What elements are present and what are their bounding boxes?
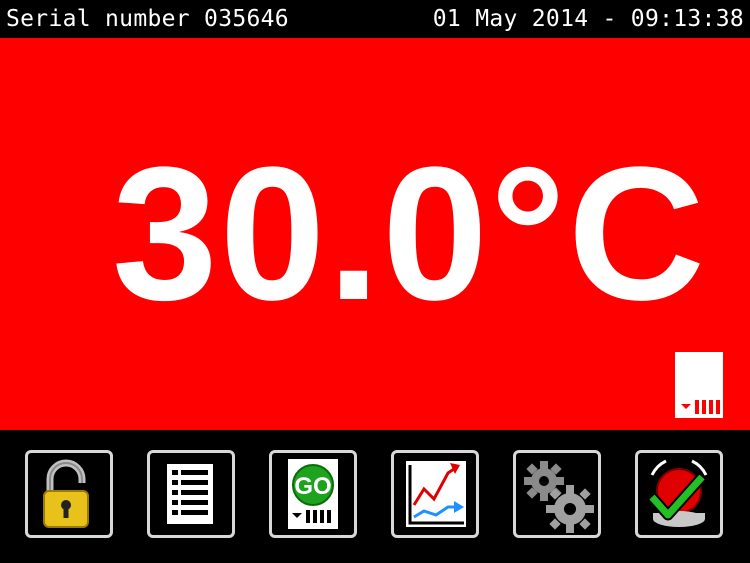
alarm-acknowledge-icon [647,459,708,527]
svg-text:GO: GO [294,473,331,500]
go-record-button[interactable]: GO [269,450,357,538]
alarm-acknowledge-button[interactable] [635,450,723,538]
header-bar: Serial number 035646 01 May 2014 - 09:13… [0,0,750,38]
chart-icon [406,461,466,527]
chart-button[interactable] [391,450,479,538]
sd-card-icon [675,352,723,418]
unlock-icon [43,459,89,528]
temperature-display: 30.0°C [0,38,750,430]
settings-button[interactable] [513,450,601,538]
list-button[interactable] [147,450,235,538]
date-time: 01 May 2014 - 09:13:38 [432,6,744,32]
temperature-reading: 30.0°C [112,128,707,340]
gears-icon [524,461,594,533]
serial-number: Serial number 035646 [6,6,289,32]
toolbar: GO [0,430,750,563]
unlock-button[interactable] [25,450,113,538]
go-record-icon: GO [288,459,338,529]
list-icon [165,462,215,526]
